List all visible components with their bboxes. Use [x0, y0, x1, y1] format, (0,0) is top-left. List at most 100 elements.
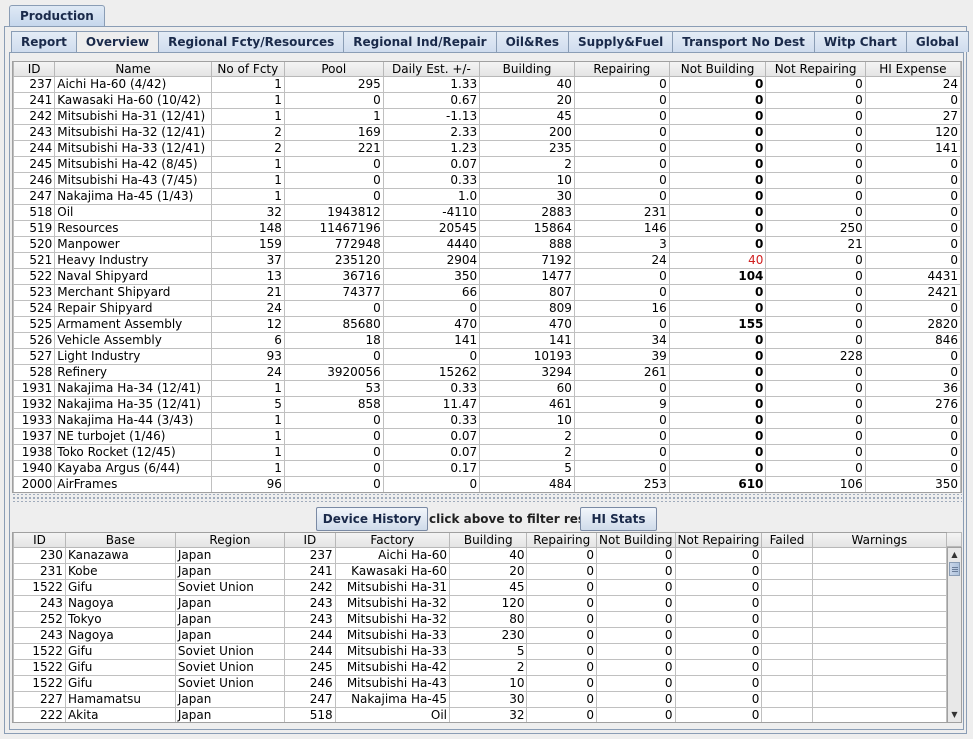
scrollbar-thumb[interactable]	[949, 562, 960, 576]
table-cell: 24	[210, 300, 285, 317]
column-header[interactable]: No of Fcty	[210, 62, 285, 77]
table-cell: 0	[526, 579, 597, 596]
table-row[interactable]: 1522 Gifu Soviet Union 245 Mitsubishi Ha-42 2…	[13, 659, 947, 676]
table-row[interactable]: 1937 NE turbojet (1/46) 1 0 0.07 2 0 0 0 0	[13, 428, 961, 445]
table-cell: 15262	[382, 364, 481, 381]
table-cell: Mitsubishi Ha-31 (12/41)	[54, 108, 212, 125]
table-row[interactable]: 244 Mitsubishi Ha-33 (12/41) 2 221 1.23 235 0 0…	[13, 140, 961, 157]
column-header[interactable]: Building	[479, 62, 575, 77]
column-header[interactable]: Not Building	[668, 62, 767, 77]
table-cell: 106	[765, 476, 866, 492]
column-header[interactable]: Factory	[334, 533, 451, 548]
split-pane-divider[interactable]	[12, 494, 962, 502]
table-row[interactable]: 522 Naval Shipyard 13 36716 350 1477 0 104 0 4431	[13, 268, 961, 285]
table-row[interactable]: 230 Kanazawa Japan 237 Aichi Ha-60 40 0 0 0	[13, 547, 947, 564]
table-row[interactable]: 247 Nakajima Ha-45 (1/43) 1 0 1.0 30 0 0 0 0	[13, 188, 961, 205]
table-row[interactable]: 524 Repair Shipyard 24 0 0 809 16 0 0 0	[13, 300, 961, 317]
hi-stats-button[interactable]: HI Stats	[580, 507, 657, 531]
table-row[interactable]: 1938 Toko Rocket (12/45) 1 0 0.07 2 0 0 0 0	[13, 444, 961, 461]
table-row[interactable]: 245 Mitsubishi Ha-42 (8/45) 1 0 0.07 2 0 0 0 0	[13, 156, 961, 173]
triangle-up-icon[interactable]: ▲	[948, 548, 961, 562]
table-row[interactable]: 243 Nagoya Japan 244 Mitsubishi Ha-33 230 0 0 0	[13, 627, 947, 644]
table-row[interactable]: 242 Mitsubishi Ha-31 (12/41) 1 1 -1.13 45 0 0 0 2…	[13, 108, 961, 125]
table-cell: 141	[864, 140, 961, 157]
table-row[interactable]: 525 Armament Assembly 12 85680 470 470 0 155 0 28…	[13, 316, 961, 333]
table-cell: 0	[765, 412, 866, 429]
table-cell: 1	[210, 380, 285, 397]
table-row[interactable]: 1932 Nakajima Ha-35 (12/41) 5 858 11.47 461 9 0…	[13, 396, 961, 413]
column-header[interactable]: Repairing	[526, 533, 597, 548]
column-header[interactable]: HI Expense	[864, 62, 961, 77]
table-cell: 66	[382, 284, 481, 301]
table-cell: 24	[573, 252, 670, 269]
table-cell: 36716	[283, 268, 384, 285]
column-header[interactable]: ID	[13, 533, 66, 548]
column-header[interactable]: Not Repairing	[674, 533, 763, 548]
vertical-scrollbar[interactable]: ▲ ▼	[947, 547, 962, 723]
table-row[interactable]: 246 Mitsubishi Ha-43 (7/45) 1 0 0.33 10 0 0 0 0	[13, 172, 961, 189]
table-cell: 235	[479, 140, 575, 157]
table-row[interactable]: 1933 Nakajima Ha-44 (3/43) 1 0 0.33 10 0 0 0 0	[13, 412, 961, 429]
tab-regional-fcty-resources[interactable]: Regional Fcty/Resources	[158, 31, 344, 52]
table-row[interactable]: 243 Mitsubishi Ha-32 (12/41) 2 169 2.33 200 0 0…	[13, 124, 961, 141]
table-cell: 1	[210, 444, 285, 461]
table-cell: Gifu	[64, 675, 176, 692]
table-cell: 2	[449, 659, 528, 676]
table-row[interactable]: 241 Kawasaki Ha-60 (10/42) 1 0 0.67 20 0 0 0 0	[13, 92, 961, 109]
tab-overview[interactable]: Overview	[75, 31, 159, 53]
column-header[interactable]: Warnings	[811, 533, 947, 548]
table-cell: 21	[765, 236, 866, 253]
table-row[interactable]: 227 Hamamatsu Japan 247 Nakajima Ha-45 30 0 0 0	[13, 691, 947, 708]
column-header[interactable]: Not Building	[596, 533, 676, 548]
table-cell: 1931	[13, 380, 56, 397]
table-row[interactable]: 243 Nagoya Japan 243 Mitsubishi Ha-32 120 0 0 0	[13, 595, 947, 612]
table-cell: 243	[13, 627, 66, 644]
column-header[interactable]: Base	[64, 533, 176, 548]
column-header[interactable]: Not Repairing	[765, 62, 866, 77]
table-row[interactable]: 1522 Gifu Soviet Union 244 Mitsubishi Ha-33 5…	[13, 643, 947, 660]
column-header[interactable]: ID	[13, 62, 56, 77]
table-row[interactable]: 526 Vehicle Assembly 6 18 141 141 34 0 0 846	[13, 332, 961, 349]
triangle-down-icon[interactable]: ▼	[948, 708, 961, 722]
column-header[interactable]: Pool	[283, 62, 384, 77]
table-cell: 0	[765, 460, 866, 477]
column-header[interactable]: Repairing	[573, 62, 670, 77]
table-cell: Japan	[174, 595, 286, 612]
table-row[interactable]: 519 Resources 148 11467196 20545 15864 146 0 250…	[13, 220, 961, 237]
table-row[interactable]: 528 Refinery 24 3920056 15262 3294 261 0 0 0	[13, 364, 961, 381]
table-row[interactable]: 252 Tokyo Japan 243 Mitsubishi Ha-32 80 0 0 0	[13, 611, 947, 628]
tab-report[interactable]: Report	[11, 31, 76, 52]
table-row[interactable]: 518 Oil 32 1943812 -4110 2883 231 0 0 0	[13, 204, 961, 221]
view-tabs: Report Overview Regional Fcty/Resources Reg…	[11, 31, 969, 53]
table-row[interactable]: 231 Kobe Japan 241 Kawasaki Ha-60 20 0 0 0	[13, 563, 947, 580]
table-row[interactable]: 237 Aichi Ha-60 (4/42) 1 295 1.33 40 0 0 0 24	[13, 76, 961, 93]
table-row[interactable]: 1931 Nakajima Ha-34 (12/41) 1 53 0.33 60 0 0 0 36	[13, 380, 961, 397]
column-header[interactable]: Building	[449, 533, 528, 548]
table-row[interactable]: 523 Merchant Shipyard 21 74377 66 807 0 0 0 2421	[13, 284, 961, 301]
column-header[interactable]: Name	[54, 62, 212, 77]
column-header[interactable]: Failed	[761, 533, 813, 548]
tab-witp-chart[interactable]: Witp Chart	[813, 31, 906, 52]
tab-regional-ind-repair[interactable]: Regional Ind/Repair	[343, 31, 496, 52]
tab-global[interactable]: Global	[905, 31, 969, 52]
device-history-button[interactable]: Device History	[316, 507, 428, 531]
table-row[interactable]: 222 Akita Japan 518 Oil 32 0 0 0	[13, 707, 947, 722]
table-row[interactable]: 1522 Gifu Soviet Union 242 Mitsubishi Ha-31 4…	[13, 579, 947, 596]
table-row[interactable]: 1940 Kayaba Argus (6/44) 1 0 0.17 5 0 0 0 0	[13, 460, 961, 477]
column-header[interactable]: Region	[174, 533, 286, 548]
table-row[interactable]: 520 Manpower 159 772948 4440 888 3 0 21 0	[13, 236, 961, 253]
table-row[interactable]: 521 Heavy Industry 37 235120 2904 7192 24 40 0 0	[13, 252, 961, 269]
table-cell: 0	[526, 627, 597, 644]
column-header[interactable]: ID	[284, 533, 336, 548]
table-cell: 0	[596, 611, 676, 628]
table-cell: 169	[283, 124, 384, 141]
table-row[interactable]: 1522 Gifu Soviet Union 246 Mitsubishi Ha-43 1…	[13, 675, 947, 692]
tab-transport-no-dest[interactable]: Transport No Dest	[672, 31, 814, 52]
table-cell: Mitsubishi Ha-31	[334, 579, 451, 596]
tab-production[interactable]: Production	[9, 5, 105, 26]
tab-supply-fuel[interactable]: Supply&Fuel	[568, 31, 673, 52]
tab-oil-res[interactable]: Oil&Res	[495, 31, 569, 52]
column-header[interactable]: Daily Est. +/-	[382, 62, 481, 77]
table-row[interactable]: 2000 AirFrames 96 0 0 484 253 610 106 350	[13, 476, 961, 492]
table-row[interactable]: 527 Light Industry 93 0 0 10193 39 0 228 0	[13, 348, 961, 365]
